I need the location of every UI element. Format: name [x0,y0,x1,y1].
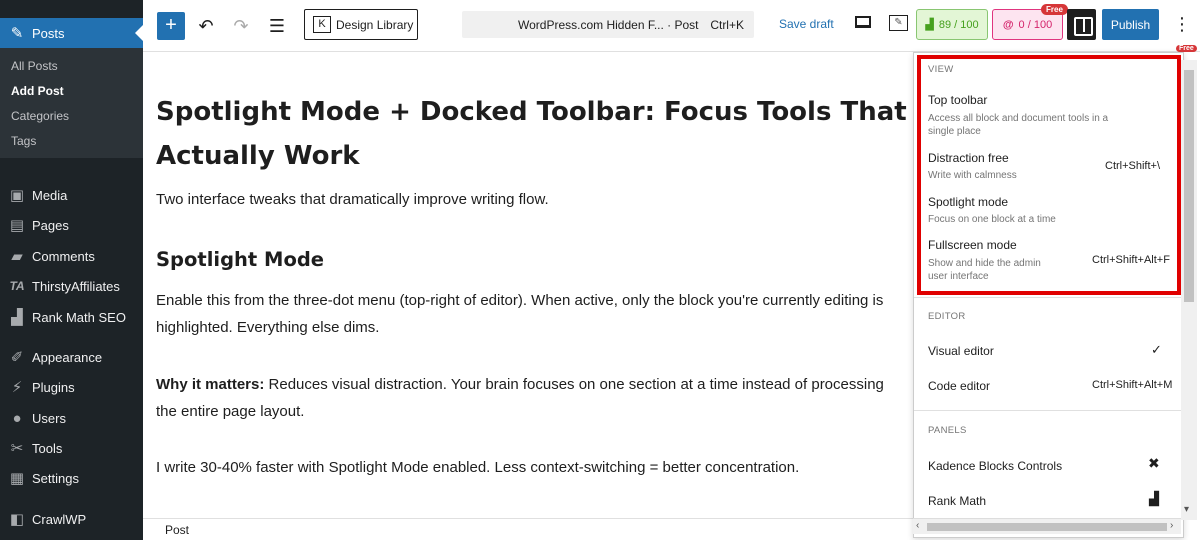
command-shortcut: Ctrl+K [710,18,744,32]
menu-label: Rank Math SEO [32,309,126,325]
menu-label: Pages [32,217,69,233]
rank-math-icon: ▟ [1149,491,1159,506]
menu-divider [914,297,1183,298]
menu-kadence-label: Kadence Blocks Controls [928,459,1063,473]
menu-label: ThirstyAffiliates [32,278,120,294]
check-icon: ✓ [1151,342,1162,357]
breadcrumb-post[interactable]: Post [165,523,189,537]
rank-math-icon: ▟ [11,309,23,326]
posts-submenu: All Posts Add Post Categories Tags [0,48,143,158]
menu-item-pages[interactable]: ▤ Pages [0,210,143,240]
publish-button[interactable]: Publish [1102,9,1159,40]
content-ai-icon: @ [1002,18,1014,31]
kadence-icon: K [313,16,331,33]
menu-label: CrawlWP [32,511,87,527]
menu-label: Media [32,187,68,203]
menu-label: Plugins [32,379,75,395]
panels-group-label: PANELS [928,425,967,436]
menu-label: Users [32,410,66,426]
document-overview-icon[interactable]: ☰ [263,12,291,40]
scroll-right-arrow[interactable]: › [1170,520,1173,531]
content-ai-score: 0 / 100 [1018,18,1053,31]
block-breadcrumb: Post [143,518,913,540]
scroll-down-arrow[interactable]: ▾ [1184,504,1189,515]
thirstyaffiliates-icon: TA [9,279,25,293]
document-bar[interactable]: WordPress.com Hidden F... · Post Ctrl+K [462,11,754,38]
add-block-button[interactable]: + [157,12,185,40]
free-badge: Free [1176,45,1197,52]
appearance-icon: ✐ [10,349,24,366]
settings-icon: ▦ [9,470,25,487]
post-content: Spotlight Mode + Docked Toolbar: Focus T… [156,90,916,476]
menu-code-editor-label: Code editor [928,379,991,393]
rank-math-icon: ▟ [925,19,934,31]
post-title[interactable]: Spotlight Mode + Docked Toolbar: Focus T… [156,90,916,178]
users-icon: ● [12,409,22,427]
menu-visual-editor-label: Visual editor [928,344,994,358]
menu-rank-math-label: Rank Math [928,494,987,508]
paragraph-3[interactable]: I write 30-40% faster with Spotlight Mod… [156,454,911,481]
scroll-left-arrow[interactable]: ‹ [916,520,919,531]
redo-icon[interactable]: ↷ [227,12,255,40]
horizontal-scrollbar[interactable]: ‹ › [913,518,1181,534]
menu-item-users[interactable]: ● Users [0,403,143,433]
paragraph-strong: Why it matters: [156,376,265,393]
menu-item-crawlwp[interactable]: ◧ CrawlWP [0,504,143,534]
menu-label: Comments [32,248,95,264]
design-library-button[interactable]: K Design Library [304,9,418,40]
menu-item-posts[interactable]: ✎ Posts [0,18,143,48]
menu-divider [914,410,1183,411]
paragraph-intro[interactable]: Two interface tweaks that dramatically i… [156,186,549,213]
menu-label: Posts [32,25,65,41]
paragraph-2[interactable]: Why it matters: Reduces visual distracti… [156,371,906,425]
more-options-icon[interactable]: ⋮ [1173,14,1191,34]
admin-sidebar: ✎ Posts All Posts Add Post Categories Ta… [0,0,143,540]
submenu-tags[interactable]: Tags [0,131,143,156]
undo-icon[interactable]: ↶ [192,12,220,40]
highlight-annotation [917,55,1181,295]
pin-icon: ✎ [10,25,24,42]
kadence-icon: ✖ [1148,455,1160,471]
menu-code-editor-shortcut: Ctrl+Shift+Alt+M [1092,379,1173,391]
comments-icon: ▰ [11,248,23,265]
edit-icon[interactable]: ✎ [889,15,908,31]
menu-item-appearance[interactable]: ✐ Appearance [0,342,143,372]
plugins-icon: ⚡ [11,379,23,396]
menu-label: Settings [32,470,79,486]
rank-math-score-button[interactable]: ▟ 89 / 100 [916,9,988,40]
free-badge: Free [1041,4,1068,15]
menu-item-tools[interactable]: ✂ Tools [0,433,143,463]
document-title: WordPress.com Hidden F... · Post [518,18,699,32]
submenu-all-posts[interactable]: All Posts [0,56,143,81]
menu-item-thirstyaffiliates[interactable]: TA ThirstyAffiliates [0,271,143,301]
pages-icon: ▤ [9,217,25,234]
tools-icon: ✂ [10,440,24,457]
heading-spotlight[interactable]: Spotlight Mode [156,248,324,271]
settings-sidebar-toggle[interactable] [1067,9,1096,40]
menu-item-media[interactable]: ▣ Media [0,180,143,210]
scroll-thumb[interactable] [1184,70,1194,302]
save-draft-button[interactable]: Save draft [779,17,834,31]
menu-label: Tools [32,440,63,456]
vertical-scrollbar[interactable]: ▾ [1181,60,1197,520]
menu-item-plugins[interactable]: ⚡ Plugins [0,372,143,402]
crawlwp-icon: ◧ [9,511,25,528]
rank-math-score: 89 / 100 [938,18,979,31]
paragraph-1[interactable]: Enable this from the three-dot menu (top… [156,287,906,341]
menu-item-rank-math[interactable]: ▟ Rank Math SEO [0,302,143,332]
submenu-categories[interactable]: Categories [0,106,143,131]
menu-item-comments[interactable]: ▰ Comments [0,241,143,271]
paragraph-text: Reduces visual distraction. Your brain f… [156,376,884,420]
submenu-add-post[interactable]: Add Post [0,81,143,106]
preview-icon[interactable] [855,16,871,28]
editor-group-label: EDITOR [928,311,966,322]
editor-header: + ↶ ↷ ☰ K Design Library WordPress.com H… [143,0,1200,52]
menu-label: Appearance [32,349,103,365]
design-library-label: Design Library [336,17,414,32]
media-icon: ▣ [9,187,25,204]
hscroll-thumb[interactable] [927,523,1167,531]
menu-item-settings[interactable]: ▦ Settings [0,463,143,493]
